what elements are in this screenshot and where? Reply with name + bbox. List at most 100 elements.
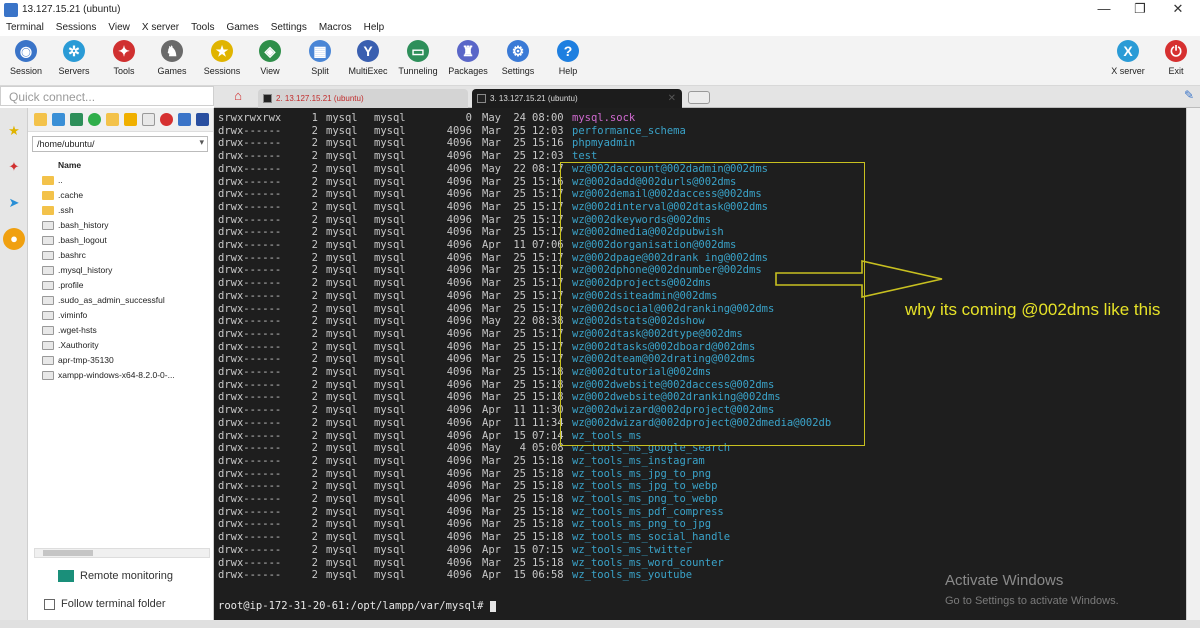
pin-icon[interactable]: ✎ [1184, 88, 1198, 104]
folder-row[interactable]: .ssh [40, 203, 210, 218]
ls-size: 4096 [446, 404, 472, 417]
chevron-down-icon[interactable]: ▾ [199, 137, 204, 148]
refresh-icon[interactable] [88, 113, 101, 126]
ls-time: 12:03 [532, 150, 564, 163]
file-icon[interactable] [142, 113, 155, 126]
ls-day: 25 [513, 505, 526, 518]
terminal-line: drwx------ 2 mysql mysql 4096 Mar 25 15:17 wz@00… [218, 303, 774, 316]
menu-item-terminal[interactable]: Terminal [0, 20, 50, 33]
file-row[interactable]: .viminfo [40, 308, 210, 323]
ls-time: 15:16 [532, 137, 564, 150]
session-toolbar-button[interactable]: ◉ Session [2, 38, 50, 82]
servers-toolbar-button[interactable]: ✲ Servers [50, 38, 98, 82]
settings-small-icon[interactable] [196, 113, 209, 126]
folder-row[interactable]: .. [40, 173, 210, 188]
file-row[interactable]: .bash_logout [40, 233, 210, 248]
ls-filename: wz@002dteam@002drating@002dms [572, 353, 756, 366]
menu-item-tools[interactable]: Tools [185, 20, 220, 33]
quick-connect-input[interactable]: Quick connect... [0, 86, 214, 106]
folder-row[interactable]: .cache [40, 188, 210, 203]
upload-icon[interactable] [70, 113, 83, 126]
new-tab-button[interactable] [688, 91, 710, 104]
terminal-line: drwx------ 2 mysql mysql 4096 Mar 25 12:03 test [218, 150, 597, 163]
menu-item-x-server[interactable]: X server [136, 20, 185, 33]
remote-monitoring-button[interactable]: Remote monitoring [58, 570, 173, 583]
follow-terminal-folder-label: Follow terminal folder [61, 598, 166, 610]
macros-icon[interactable]: ● [3, 228, 25, 250]
new-file-icon[interactable] [124, 113, 137, 126]
terminal-vertical-scrollbar[interactable] [1186, 108, 1200, 620]
file-list-header[interactable]: Name [40, 158, 210, 173]
sessions-toolbar-button[interactable]: ★ Sessions [198, 38, 246, 82]
split-toolbar-button[interactable]: ▦ Split [296, 38, 344, 82]
file-row[interactable]: .bash_history [40, 218, 210, 233]
settings-toolbar-button[interactable]: ⚙ Settings [494, 38, 542, 82]
view-toolbar-button[interactable]: ◈ View [246, 38, 294, 82]
ls-links: 2 [311, 569, 318, 582]
file-row[interactable]: .sudo_as_admin_successful [40, 293, 210, 308]
sessions-star-icon[interactable]: ★ [3, 120, 25, 142]
folder-up-icon[interactable] [34, 113, 47, 126]
scrollbar-thumb[interactable] [43, 550, 93, 556]
ls-month: Mar [482, 124, 501, 137]
terminal-icon[interactable] [178, 113, 191, 126]
menu-item-sessions[interactable]: Sessions [50, 20, 103, 33]
download-icon[interactable] [52, 113, 65, 126]
terminal-line: drwx------ 2 mysql mysql 4096 Mar 25 15:17 wz@00… [218, 290, 717, 303]
file-row[interactable]: .bashrc [40, 248, 210, 263]
menu-item-help[interactable]: Help [358, 20, 391, 33]
tunneling-toolbar-button[interactable]: ▭ Tunneling [394, 38, 442, 82]
follow-terminal-folder-checkbox[interactable]: Follow terminal folder [44, 598, 166, 610]
ls-perm: drwx------ [218, 543, 282, 556]
ls-month: Mar [482, 289, 501, 302]
tools-icon[interactable]: ✦ [3, 156, 25, 178]
tab-session-3[interactable]: 3. 13.127.15.21 (ubuntu) ✕ [472, 89, 682, 108]
ls-group: mysql [374, 493, 406, 505]
exit-toolbar-button[interactable]: ⏻ Exit [1152, 38, 1200, 82]
file-row[interactable]: .profile [40, 278, 210, 293]
shell-prompt[interactable]: root@ip-172-31-20-61:/opt/lampp/var/mysq… [218, 600, 496, 612]
delete-icon[interactable] [160, 113, 173, 126]
minimize-button[interactable]: — [1086, 0, 1122, 20]
ls-group: mysql [374, 442, 406, 455]
checkbox[interactable] [44, 598, 55, 610]
menu-item-games[interactable]: Games [220, 20, 264, 33]
ls-user: mysql [326, 556, 358, 569]
ls-day: 25 [513, 289, 526, 302]
ls-perm: drwx------ [218, 239, 282, 251]
close-tab-icon[interactable]: ✕ [668, 89, 676, 108]
folder-icon [42, 191, 54, 200]
menu-item-macros[interactable]: Macros [313, 20, 358, 33]
file-row[interactable]: .mysql_history [40, 263, 210, 278]
file-row[interactable]: xampp-windows-x64-8.2.0-0-... [40, 368, 210, 383]
file-row[interactable]: .Xauthority [40, 338, 210, 353]
ls-day: 25 [513, 378, 526, 391]
menu-item-view[interactable]: View [102, 20, 136, 33]
maximize-button[interactable]: ❐ [1122, 0, 1158, 20]
tools-toolbar-button[interactable]: ✦ Tools [100, 38, 148, 82]
ls-day: 25 [513, 454, 526, 467]
sidebar-horizontal-scrollbar[interactable] [34, 548, 210, 558]
ls-size: 4096 [446, 467, 472, 480]
path-field[interactable]: /home/ubuntu/ ▾ [32, 136, 208, 152]
help-toolbar-button[interactable]: ? Help [544, 38, 592, 82]
games-toolbar-button[interactable]: ♞ Games [148, 38, 196, 82]
multiexec-toolbar-button[interactable]: Y MultiExec [344, 38, 392, 82]
close-window-button[interactable]: ✕ [1160, 0, 1196, 20]
sftp-icon[interactable]: ➤ [3, 192, 25, 214]
ls-month: May [482, 442, 501, 455]
ls-time: 15:18 [532, 493, 564, 505]
new-folder-icon[interactable] [106, 113, 119, 126]
packages-toolbar-button[interactable]: ♜ Packages [444, 38, 492, 82]
x-server-toolbar-button[interactable]: X X server [1104, 38, 1152, 82]
tab-session-2[interactable]: 2. 13.127.15.21 (ubuntu) [258, 89, 468, 108]
ls-links: 2 [311, 264, 318, 277]
ls-filename: wz@002dwizard@002dproject@002dmedia@002d… [572, 416, 832, 429]
home-tab-icon[interactable]: ⌂ [228, 88, 248, 106]
file-icon [42, 266, 54, 275]
terminal-output[interactable]: root@ip-172-31-20-61:/opt/lampp/var/mysq… [214, 108, 1186, 620]
file-row[interactable]: apr-tmp-35130 [40, 353, 210, 368]
main-toolbar: ◉ Session ✲ Servers ✦ Tools ♞ Games ★ Sessions ◈ Vi… [0, 36, 1200, 86]
file-row[interactable]: .wget-hsts [40, 323, 210, 338]
menu-item-settings[interactable]: Settings [265, 20, 313, 33]
